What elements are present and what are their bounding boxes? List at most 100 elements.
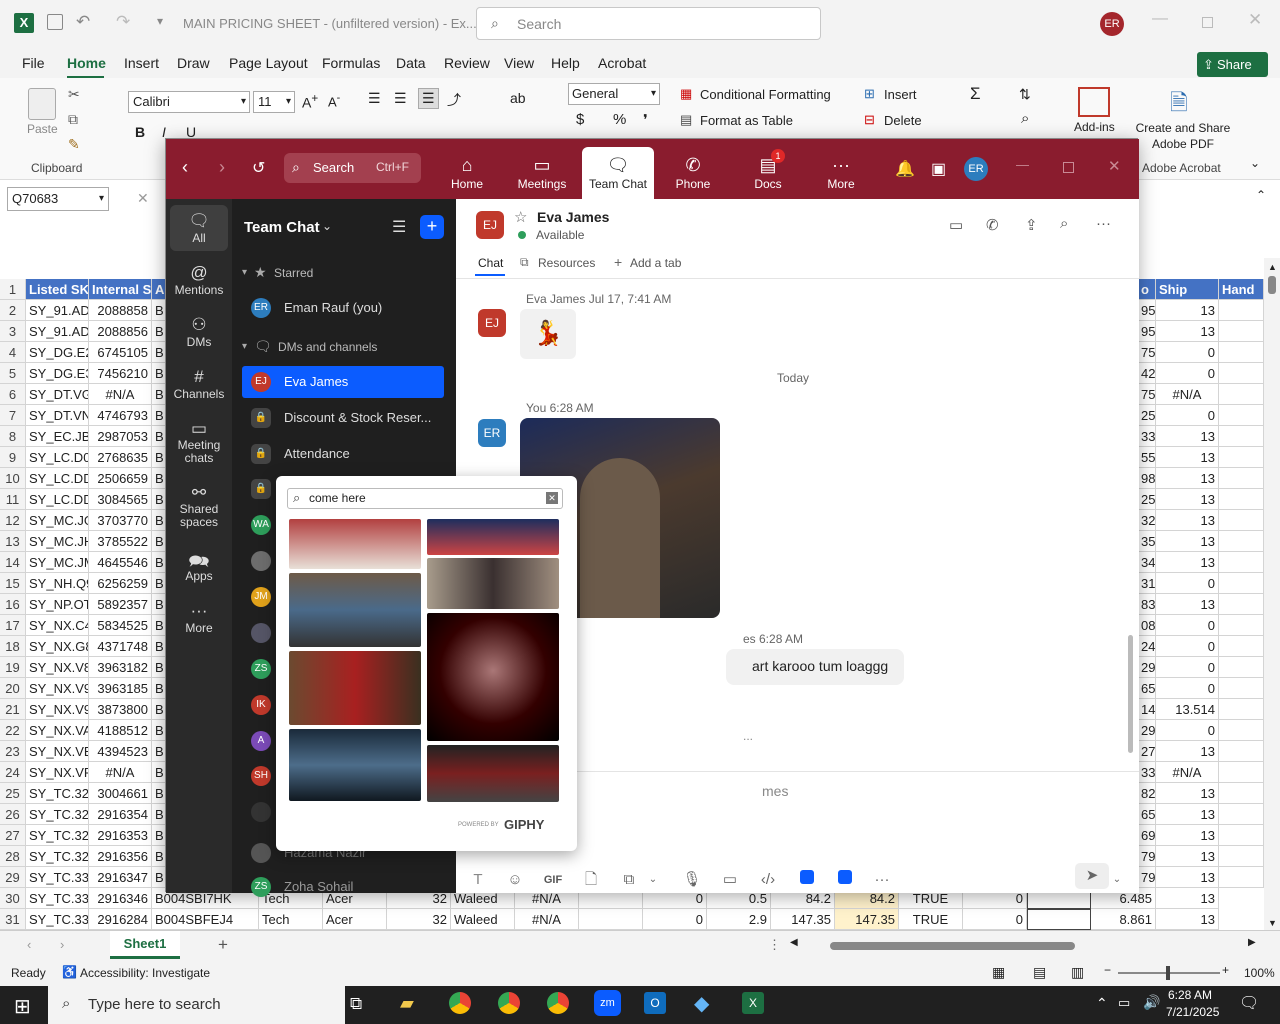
page-break-view-icon[interactable]: ▥ bbox=[1071, 964, 1084, 981]
dms-section-label[interactable]: DMs and channels bbox=[278, 340, 377, 354]
nav-team-chat[interactable]: 🗨 Team Chat bbox=[582, 147, 654, 199]
scroll-down-icon[interactable]: ▼ bbox=[1268, 918, 1277, 928]
collapse-ribbon-icon[interactable]: ⌄ bbox=[1250, 156, 1260, 170]
zoom-out-icon[interactable]: − bbox=[1104, 963, 1111, 977]
currency-icon[interactable]: $ bbox=[576, 111, 584, 128]
history-icon[interactable]: ↺ bbox=[252, 158, 265, 178]
percent-icon[interactable]: % bbox=[613, 111, 626, 128]
cell-listed-sku[interactable]: SY_TC.327 bbox=[26, 846, 89, 867]
row-number[interactable]: 12 bbox=[0, 510, 26, 531]
cell-s[interactable]: 33 bbox=[1138, 762, 1156, 783]
gif-button[interactable]: GIF bbox=[536, 867, 570, 893]
rail-dms[interactable]: ⚇ DMs bbox=[166, 315, 232, 349]
clear-search-icon[interactable]: ✕ bbox=[546, 492, 558, 504]
cell-ship[interactable]: 0 bbox=[1156, 405, 1219, 426]
cell-ship[interactable]: 13 bbox=[1156, 783, 1219, 804]
paste-icon[interactable] bbox=[28, 88, 56, 120]
cell-hand[interactable] bbox=[1219, 783, 1264, 804]
scroll-thumb[interactable] bbox=[1268, 276, 1276, 294]
rail-apps[interactable]: 🗪 Apps bbox=[166, 549, 232, 583]
tab-page-layout[interactable]: Page Layout bbox=[229, 55, 308, 71]
row-number[interactable]: 2 bbox=[0, 300, 26, 321]
row-number[interactable]: 17 bbox=[0, 615, 26, 636]
format-as-table-button[interactable]: Format as Table bbox=[700, 113, 793, 128]
phone-call-icon[interactable]: ✆ bbox=[986, 216, 999, 234]
gif-result[interactable] bbox=[289, 573, 421, 647]
rail-shared-spaces[interactable]: ⚯ Shared spaces bbox=[166, 483, 232, 529]
row-number[interactable]: 27 bbox=[0, 825, 26, 846]
cell-price[interactable]: 147.35 bbox=[771, 909, 835, 930]
cell-ship[interactable]: 13 bbox=[1156, 468, 1219, 489]
network-icon[interactable]: ▭ bbox=[1118, 995, 1130, 1011]
cell-hand[interactable] bbox=[1219, 594, 1264, 615]
contact-avatar[interactable]: EJ bbox=[476, 211, 504, 239]
more-options-icon[interactable]: ··· bbox=[1096, 215, 1111, 232]
add-sheet-icon[interactable]: + bbox=[218, 935, 228, 955]
cell-s[interactable]: 42 bbox=[1138, 363, 1156, 384]
wrap-text-icon[interactable]: ab bbox=[510, 90, 526, 106]
rail-meeting-chats[interactable]: ▭ Meeting chats bbox=[166, 419, 232, 465]
zoom-level[interactable]: 100% bbox=[1244, 966, 1275, 980]
cell-s[interactable]: 33 bbox=[1138, 426, 1156, 447]
header-cell-ship[interactable]: Ship bbox=[1156, 279, 1219, 300]
microphone-icon[interactable]: 🎙 bbox=[675, 867, 709, 893]
cell-ship[interactable]: 0 bbox=[1156, 342, 1219, 363]
cell-internal-sku[interactable]: 4746793 bbox=[89, 405, 152, 426]
page-layout-view-icon[interactable]: ▤ bbox=[1033, 964, 1046, 981]
avatar-sh[interactable]: SH bbox=[251, 766, 271, 786]
list-item-discount-channel[interactable]: 🔒 Discount & Stock Reser... bbox=[242, 402, 444, 434]
cell-internal-sku[interactable]: 3703770 bbox=[89, 510, 152, 531]
cell-qty[interactable]: 32 bbox=[387, 909, 451, 930]
excel-taskbar-icon[interactable]: X bbox=[742, 992, 764, 1014]
scroll-right-icon[interactable]: ▶ bbox=[1248, 937, 1256, 948]
cell-internal-sku[interactable]: 3963185 bbox=[89, 678, 152, 699]
cell-internal-sku[interactable]: 3084565 bbox=[89, 489, 152, 510]
cell-ship[interactable]: 0 bbox=[1156, 363, 1219, 384]
cell-hand[interactable] bbox=[1219, 447, 1264, 468]
sticker-message[interactable]: 💃 bbox=[520, 309, 576, 359]
row-number[interactable]: 4 bbox=[0, 342, 26, 363]
bold-icon[interactable]: B bbox=[135, 124, 145, 140]
decrease-font-icon[interactable]: A- bbox=[328, 92, 340, 109]
app-diamond-icon[interactable]: ◆ bbox=[694, 991, 709, 1016]
tab-review[interactable]: Review bbox=[444, 55, 490, 71]
cell-asin[interactable]: B004SBFEJ4 bbox=[152, 909, 259, 930]
cell-listed-sku[interactable]: SY_NX.VB bbox=[26, 741, 89, 762]
cell-s[interactable]: 29 bbox=[1138, 720, 1156, 741]
addins-label[interactable]: Add-ins bbox=[1074, 120, 1115, 134]
scroll-up-icon[interactable]: ▲ bbox=[1268, 262, 1277, 272]
split-handle-icon[interactable]: ⋮ bbox=[768, 937, 781, 953]
cell-s[interactable]: 08 bbox=[1138, 615, 1156, 636]
zoom-minimize-icon[interactable]: — bbox=[1016, 157, 1029, 172]
cell-listed-sku[interactable]: SY_NX.VA bbox=[26, 720, 89, 741]
row-number[interactable]: 9 bbox=[0, 447, 26, 468]
cell-s[interactable]: 75 bbox=[1138, 342, 1156, 363]
cell-s[interactable]: 69 bbox=[1138, 825, 1156, 846]
avatar-ik[interactable]: IK bbox=[251, 695, 271, 715]
gif-search-box[interactable]: ⌕ come here ✕ bbox=[287, 488, 563, 509]
composer-placeholder[interactable]: mes bbox=[762, 783, 788, 799]
tab-home[interactable]: Home bbox=[67, 55, 106, 71]
back-icon[interactable]: ‹ bbox=[182, 157, 188, 178]
cell-s[interactable]: 83 bbox=[1138, 594, 1156, 615]
cell-listed-sku[interactable]: SY_DG.E3C bbox=[26, 363, 89, 384]
cell-ship[interactable]: #N/A bbox=[1156, 384, 1219, 405]
row-number[interactable]: 8 bbox=[0, 426, 26, 447]
expand-formula-icon[interactable]: ⌃ bbox=[1256, 188, 1266, 202]
share-button[interactable]: ⇪ Share bbox=[1197, 52, 1268, 77]
cell-ship[interactable]: 13 bbox=[1156, 531, 1219, 552]
cell-internal-sku[interactable]: 2916354 bbox=[89, 804, 152, 825]
cell-s[interactable]: 24 bbox=[1138, 636, 1156, 657]
zoom-search-box[interactable]: ⌕ Search Ctrl+F bbox=[284, 153, 421, 183]
orientation-icon[interactable]: ⤴ bbox=[447, 90, 461, 110]
rail-channels[interactable]: # Channels bbox=[166, 367, 232, 401]
filter-icon[interactable]: ☰ bbox=[392, 217, 406, 237]
cell-internal-sku[interactable]: 7456210 bbox=[89, 363, 152, 384]
pdf-icon[interactable]: 🗎 bbox=[1170, 86, 1188, 124]
tab-draw[interactable]: Draw bbox=[177, 55, 210, 71]
tab-acrobat[interactable]: Acrobat bbox=[598, 55, 646, 71]
cell-internal-sku[interactable]: 2088856 bbox=[89, 321, 152, 342]
rail-more[interactable]: ··· More bbox=[166, 601, 232, 635]
code-snippet-icon[interactable]: ‹/› bbox=[751, 867, 785, 893]
row-number[interactable]: 16 bbox=[0, 594, 26, 615]
